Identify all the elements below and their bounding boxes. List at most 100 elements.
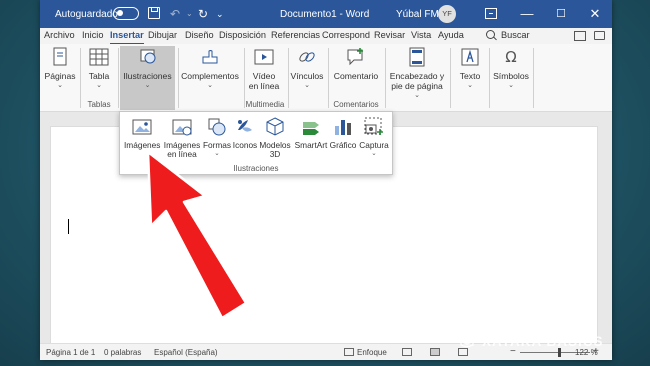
addins-button[interactable]: Complementos ⌄ — [180, 46, 240, 90]
word-count[interactable]: 0 palabras — [104, 348, 141, 357]
links-button[interactable]: Vínculos ⌄ — [290, 46, 324, 90]
word-window: Autoguardado ↶ ⌄ ↻ ⌄ Documento1 - Word Y… — [40, 0, 612, 360]
chevron-down-icon: ⌄ — [304, 82, 310, 89]
illustrations-dropdown: Imágenes Imágenes en línea Formas ⌄ Icon… — [119, 111, 393, 175]
undo-dropdown-icon[interactable]: ⌄ — [186, 6, 193, 22]
ribbon-display-options-icon[interactable] — [485, 8, 497, 19]
cube-icon — [266, 117, 284, 136]
minimize-button[interactable]: — — [514, 4, 540, 24]
share-icon[interactable] — [574, 31, 586, 41]
autosave-toggle[interactable] — [113, 7, 139, 20]
tab-referencias[interactable]: Referencias — [271, 30, 320, 44]
chevron-down-icon: ⌄ — [414, 92, 420, 99]
online-video-button[interactable]: Vídeo en línea — [247, 46, 281, 91]
autosave-label: Autoguardado — [55, 9, 118, 20]
header-footer-label-1: Encabezado y — [389, 71, 445, 81]
tab-vista[interactable]: Vista — [411, 30, 431, 44]
chart-button[interactable]: Gráfico — [328, 116, 358, 150]
ribbon: Páginas ⌄ Tabla ⌄ Tablas Ilustraciones ⌄… — [40, 44, 612, 112]
chevron-down-icon: ⌄ — [467, 82, 473, 89]
chevron-down-icon: ⌄ — [207, 82, 213, 89]
focus-mode[interactable]: Enfoque — [357, 348, 387, 357]
dropdown-group-label: Ilustraciones — [233, 164, 279, 173]
table-button[interactable]: Tabla ⌄ — [83, 46, 115, 90]
divider — [118, 48, 119, 108]
smartart-icon — [303, 122, 319, 135]
divider — [288, 48, 289, 108]
table-icon — [89, 48, 109, 66]
tab-ayuda[interactable]: Ayuda — [438, 30, 464, 44]
maximize-button[interactable]: ☐ — [548, 4, 574, 24]
tab-revisar[interactable]: Revisar — [374, 30, 405, 44]
tab-dibujar[interactable]: Dibujar — [148, 30, 177, 44]
save-icon[interactable] — [148, 7, 160, 19]
online-pictures-button[interactable]: Imágenes en línea — [163, 116, 201, 159]
divider — [533, 48, 534, 108]
omega-icon: Ω — [505, 48, 516, 66]
search-box[interactable]: Buscar — [501, 30, 530, 44]
user-name[interactable]: Yúbal FM — [396, 9, 439, 20]
chevron-down-icon: ⌄ — [96, 82, 102, 89]
comment-label: Comentario — [333, 71, 379, 81]
symbols-button[interactable]: Ω Símbolos ⌄ — [492, 46, 530, 90]
links-label: Vínculos — [290, 71, 324, 81]
comment-button[interactable]: Comentario — [332, 46, 380, 81]
tab-archivo[interactable]: Archivo — [44, 30, 75, 44]
icons-button[interactable]: Iconos — [232, 116, 258, 150]
page-count[interactable]: Página 1 de 1 — [46, 348, 95, 357]
svg-text:Ω: Ω — [505, 48, 516, 66]
3d-models-label-2: 3D — [269, 149, 281, 159]
search-icon[interactable] — [486, 30, 495, 39]
illustrations-icon — [140, 49, 155, 64]
chevron-down-icon: ⌄ — [214, 150, 220, 157]
watermark: XATAKA BASICS — [456, 334, 604, 354]
read-mode-icon[interactable] — [402, 348, 412, 356]
tab-inicio[interactable]: Inicio — [82, 30, 103, 44]
online-picture-icon — [172, 119, 192, 136]
avatar[interactable]: YF — [438, 5, 456, 23]
illustrations-button[interactable]: Ilustraciones ⌄ — [120, 46, 175, 110]
text-label: Texto — [459, 71, 481, 81]
text-box-icon — [461, 48, 479, 66]
symbols-label: Símbolos — [493, 71, 529, 81]
redo-icon[interactable]: ↻ — [198, 6, 208, 22]
chevron-down-icon: ⌄ — [144, 82, 151, 89]
graduation-cap-icon — [457, 335, 477, 348]
text-button[interactable]: Texto ⌄ — [454, 46, 486, 90]
close-button[interactable]: ✕ — [582, 4, 608, 24]
pages-button[interactable]: Páginas ⌄ — [43, 46, 77, 90]
screenshot-button[interactable]: Captura ⌄ — [358, 116, 390, 158]
smartart-button[interactable]: SmartArt — [293, 116, 329, 150]
tab-diseno[interactable]: Diseño — [185, 30, 214, 44]
tab-disposicion[interactable]: Disposición — [219, 30, 266, 44]
addins-icon — [202, 50, 218, 64]
chevron-down-icon: ⌄ — [371, 150, 377, 157]
divider — [328, 48, 329, 108]
header-footer-button[interactable]: Encabezado y pie de página ⌄ — [388, 46, 446, 100]
screenshot-label: Captura — [359, 140, 389, 150]
header-footer-label-2: pie de página — [391, 81, 443, 91]
language-status[interactable]: Español (España) — [154, 348, 218, 357]
print-layout-icon[interactable] — [430, 348, 440, 356]
pictures-button[interactable]: Imágenes — [124, 116, 160, 150]
undo-icon[interactable]: ↶ — [170, 6, 180, 22]
new-comment-icon — [347, 48, 363, 66]
header-footer-icon — [409, 47, 425, 67]
tab-insertar[interactable]: Insertar — [110, 30, 144, 45]
shapes-button[interactable]: Formas ⌄ — [202, 116, 232, 158]
smartart-label: SmartArt — [294, 140, 328, 150]
focus-icon[interactable] — [344, 348, 354, 356]
illustrations-label: Ilustraciones — [123, 71, 172, 81]
chart-icon — [335, 120, 351, 135]
divider — [80, 48, 81, 108]
3d-models-button[interactable]: Modelos 3D — [258, 116, 292, 159]
shapes-label: Formas — [202, 140, 232, 150]
customize-toolbar-icon[interactable]: ⌄ — [216, 6, 224, 22]
screenshot-icon — [364, 117, 383, 135]
comments-icon[interactable] — [594, 31, 605, 40]
divider — [489, 48, 490, 108]
divider — [178, 48, 179, 108]
table-label: Tabla — [88, 71, 110, 81]
text-cursor — [68, 219, 70, 234]
tab-correspondencia[interactable]: Correspondencia — [322, 30, 370, 44]
